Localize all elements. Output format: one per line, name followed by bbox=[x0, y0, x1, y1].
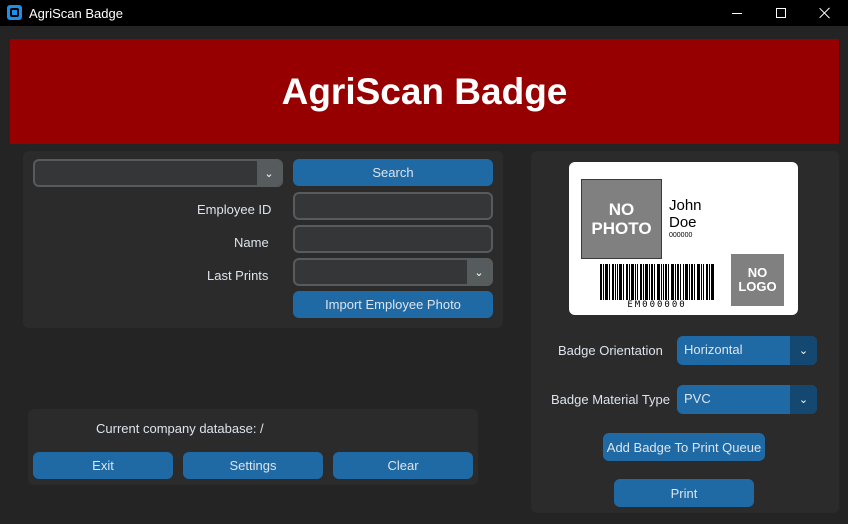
exit-button[interactable]: Exit bbox=[33, 452, 173, 479]
window-title: AgriScan Badge bbox=[29, 6, 123, 21]
orientation-label: Badge Orientation bbox=[558, 343, 663, 358]
settings-button[interactable]: Settings bbox=[183, 452, 323, 479]
search-button[interactable]: Search bbox=[293, 159, 493, 186]
minimize-icon bbox=[732, 12, 742, 14]
close-button[interactable] bbox=[802, 0, 848, 26]
badge-employee-number: 000000 bbox=[669, 232, 693, 239]
window-titlebar: AgriScan Badge bbox=[0, 0, 848, 26]
maximize-button[interactable] bbox=[758, 0, 804, 26]
print-button[interactable]: Print bbox=[614, 479, 754, 507]
logo-text-line2: LOGO bbox=[738, 279, 777, 294]
clear-button[interactable]: Clear bbox=[333, 452, 473, 479]
name-label: Name bbox=[234, 235, 269, 250]
material-value: PVC bbox=[684, 391, 711, 406]
orientation-value: Horizontal bbox=[684, 342, 743, 357]
orientation-select[interactable]: Horizontal ⌄ bbox=[677, 336, 817, 365]
header-title: AgriScan Badge bbox=[281, 70, 568, 112]
database-label: Current company database: / bbox=[96, 421, 264, 436]
name-field[interactable] bbox=[293, 225, 493, 253]
close-icon bbox=[819, 7, 831, 19]
material-select[interactable]: PVC ⌄ bbox=[677, 385, 817, 414]
photo-text-line1: NO bbox=[608, 200, 635, 219]
employee-id-label: Employee ID bbox=[197, 202, 272, 217]
badge-first-name: John bbox=[669, 197, 702, 214]
barcode-text: EM000000 bbox=[600, 300, 714, 310]
header-banner: AgriScan Badge bbox=[10, 39, 839, 144]
chevron-down-icon[interactable]: ⌄ bbox=[790, 336, 817, 365]
app-icon bbox=[7, 5, 22, 20]
material-label: Badge Material Type bbox=[551, 392, 670, 407]
employee-photo-placeholder: NO PHOTO bbox=[581, 179, 662, 259]
photo-text-line2: PHOTO bbox=[591, 219, 652, 238]
chevron-down-icon[interactable]: ⌄ bbox=[257, 161, 281, 185]
chevron-down-icon[interactable]: ⌄ bbox=[790, 385, 817, 414]
add-to-print-queue-button[interactable]: Add Badge To Print Queue bbox=[603, 433, 765, 461]
employee-search-combobox[interactable]: ⌄ bbox=[33, 159, 283, 187]
maximize-icon bbox=[776, 8, 786, 18]
import-photo-button[interactable]: Import Employee Photo bbox=[293, 291, 493, 318]
minimize-button[interactable] bbox=[714, 0, 760, 26]
logo-text-line1: NO bbox=[747, 265, 768, 280]
badge-employee-name: John Doe bbox=[669, 197, 702, 231]
employee-id-field[interactable] bbox=[293, 192, 493, 220]
last-prints-combobox[interactable]: ⌄ bbox=[293, 258, 493, 286]
chevron-down-icon[interactable]: ⌄ bbox=[467, 260, 491, 284]
badge-last-name: Doe bbox=[669, 214, 697, 231]
company-logo-placeholder: NO LOGO bbox=[731, 254, 784, 306]
last-prints-label: Last Prints bbox=[207, 268, 269, 283]
